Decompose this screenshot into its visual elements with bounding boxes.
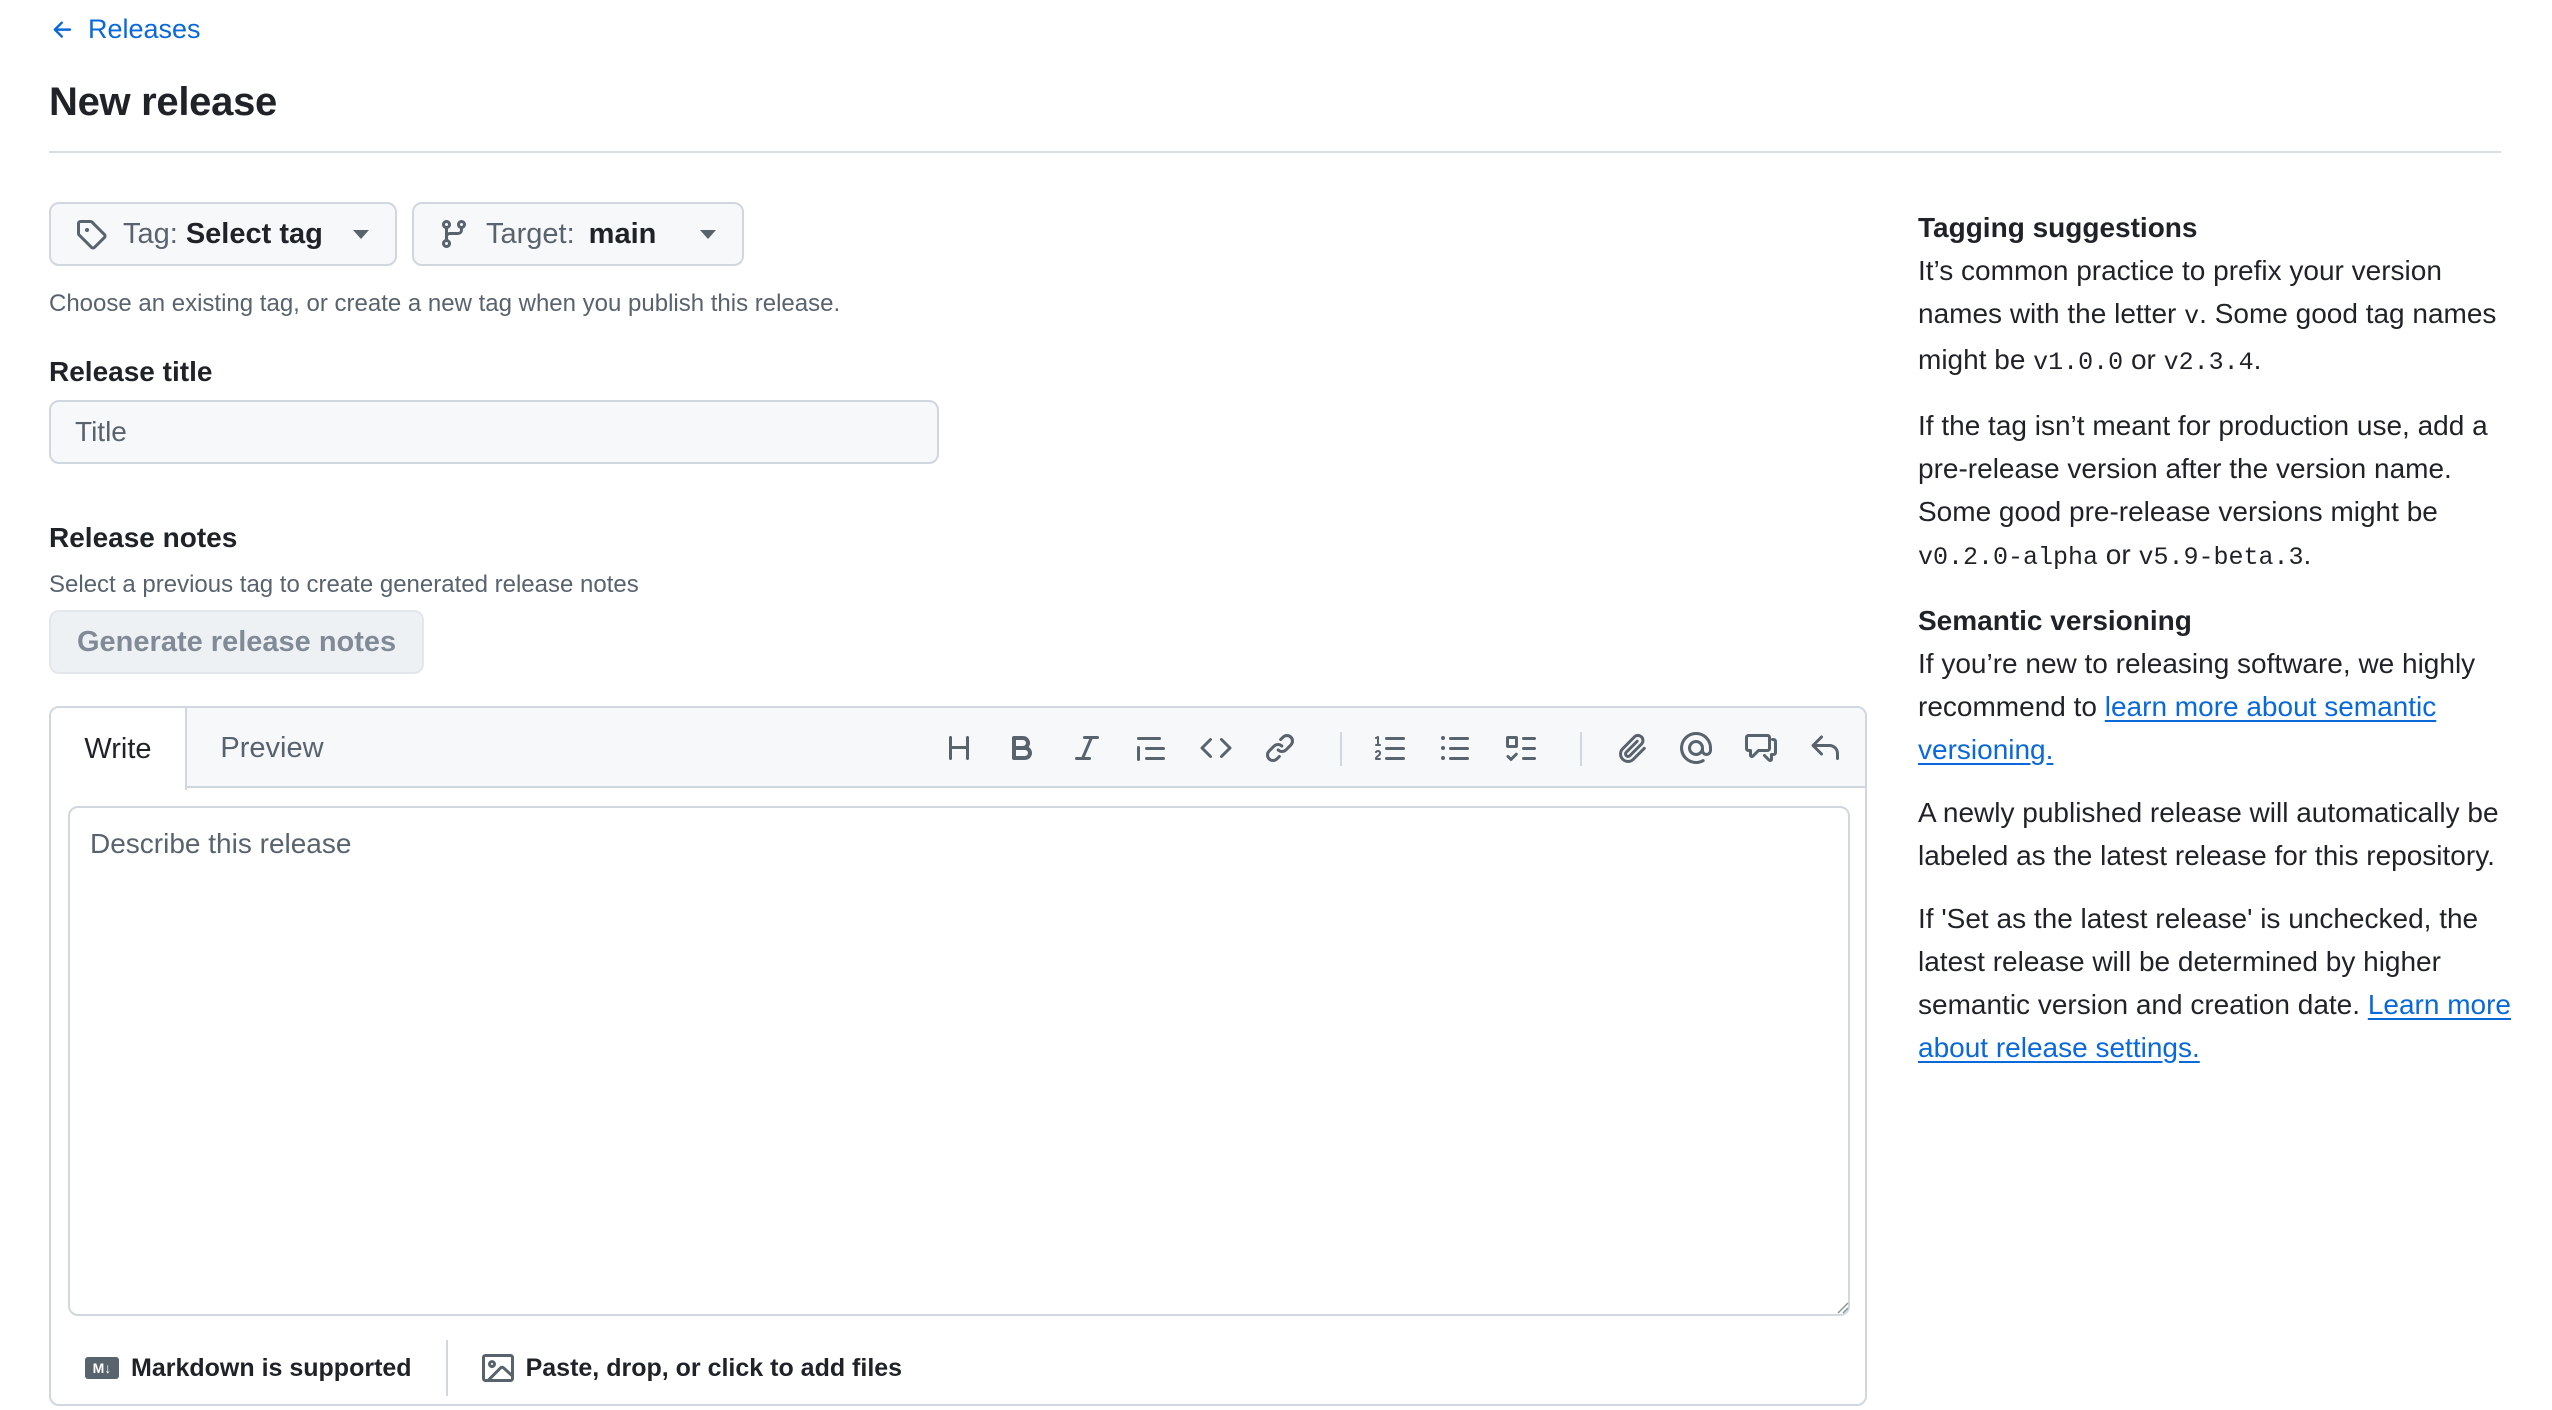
add-files-label: Paste, drop, or click to add files bbox=[525, 1353, 903, 1382]
text-span: or bbox=[2098, 539, 2139, 570]
quote-icon[interactable] bbox=[1131, 728, 1171, 768]
code-snippet: v0.2.0-alpha bbox=[1918, 543, 2099, 572]
triangle-down-icon bbox=[700, 229, 716, 239]
target-value: main bbox=[588, 217, 657, 250]
italic-icon[interactable] bbox=[1067, 728, 1107, 768]
triangle-down-icon bbox=[353, 229, 369, 239]
release-notes-textarea[interactable] bbox=[68, 806, 1850, 1316]
semver-paragraph-3: If 'Set as the latest release' is unchec… bbox=[1918, 897, 2528, 1069]
ordered-list-icon[interactable] bbox=[1371, 728, 1411, 768]
link-icon[interactable] bbox=[1260, 728, 1300, 768]
task-list-icon[interactable] bbox=[1500, 728, 1540, 768]
release-notes-hint: Select a previous tag to create generate… bbox=[49, 571, 639, 598]
tagging-suggestions-heading: Tagging suggestions bbox=[1918, 212, 2198, 243]
tag-hint-text: Choose an existing tag, or create a new … bbox=[49, 290, 841, 317]
toolbar-divider bbox=[1340, 732, 1342, 766]
code-snippet: v bbox=[2184, 302, 2200, 331]
generate-release-notes-button[interactable]: Generate release notes bbox=[49, 610, 425, 674]
release-title-input[interactable] bbox=[49, 400, 939, 464]
text-span: . bbox=[2253, 344, 2262, 375]
tag-select-button[interactable]: Tag: Select tag bbox=[49, 202, 397, 266]
mention-icon[interactable] bbox=[1676, 728, 1716, 768]
markdown-supported-label: Markdown is supported bbox=[131, 1353, 412, 1382]
semantic-versioning-heading: Semantic versioning bbox=[1918, 605, 2192, 636]
code-snippet: v1.0.0 bbox=[2033, 348, 2124, 377]
unordered-list-icon[interactable] bbox=[1435, 728, 1475, 768]
release-notes-label: Release notes bbox=[49, 522, 238, 553]
back-to-releases-link[interactable]: Releases bbox=[50, 14, 201, 45]
back-link-label: Releases bbox=[88, 14, 201, 44]
tag-icon bbox=[77, 220, 107, 250]
bold-icon[interactable] bbox=[1002, 728, 1042, 768]
text-span: or bbox=[2123, 344, 2164, 375]
editor-footer: M↓ Markdown is supported Paste, drop, or… bbox=[51, 1330, 1865, 1406]
markdown-icon: M↓ bbox=[85, 1357, 119, 1379]
semver-paragraph-2: A newly published release will automatic… bbox=[1918, 797, 2499, 871]
tagging-paragraph-2: If the tag isn’t meant for production us… bbox=[1918, 404, 2528, 579]
arrow-left-icon bbox=[53, 20, 72, 38]
toolbar-divider bbox=[1580, 732, 1582, 766]
git-branch-icon bbox=[441, 220, 466, 249]
text-span: . bbox=[2303, 539, 2312, 570]
target-prefix: Target: bbox=[486, 217, 575, 250]
page-title: New release bbox=[49, 80, 277, 124]
text-span: If the tag isn’t meant for production us… bbox=[1918, 410, 2488, 527]
heading-icon[interactable] bbox=[939, 728, 979, 768]
tag-select-prefix: Tag: bbox=[123, 217, 178, 250]
release-title-label: Release title bbox=[49, 356, 213, 387]
attach-icon[interactable] bbox=[1612, 728, 1652, 768]
tagging-paragraph-1: It’s common practice to prefix your vers… bbox=[1918, 249, 2528, 384]
code-snippet: v5.9-beta.3 bbox=[2138, 543, 2304, 572]
add-files-button[interactable]: Paste, drop, or click to add files bbox=[448, 1352, 903, 1384]
code-icon[interactable] bbox=[1196, 728, 1236, 768]
release-guidance-sidebar: Tagging suggestions It’s common practice… bbox=[1918, 206, 2528, 1089]
image-icon bbox=[481, 1354, 514, 1382]
markdown-supported-link[interactable]: M↓ Markdown is supported bbox=[51, 1354, 412, 1383]
header-divider bbox=[49, 151, 2501, 153]
new-release-page: Releases New release Tag: Select tag Tar… bbox=[0, 0, 2552, 1410]
tag-select-value: Select tag bbox=[185, 217, 323, 250]
markdown-toolbar bbox=[51, 708, 1865, 788]
target-branch-button[interactable]: Target: main bbox=[412, 202, 744, 266]
semver-paragraph-1: If you’re new to releasing software, we … bbox=[1918, 642, 2528, 771]
markdown-editor: Write Preview Describe this release M↓ M… bbox=[49, 706, 1867, 1406]
resize-grip-icon[interactable] bbox=[1835, 1300, 1849, 1314]
undo-icon[interactable] bbox=[1805, 728, 1845, 768]
code-snippet: v2.3.4 bbox=[2163, 348, 2254, 377]
cross-reference-icon[interactable] bbox=[1741, 728, 1781, 768]
